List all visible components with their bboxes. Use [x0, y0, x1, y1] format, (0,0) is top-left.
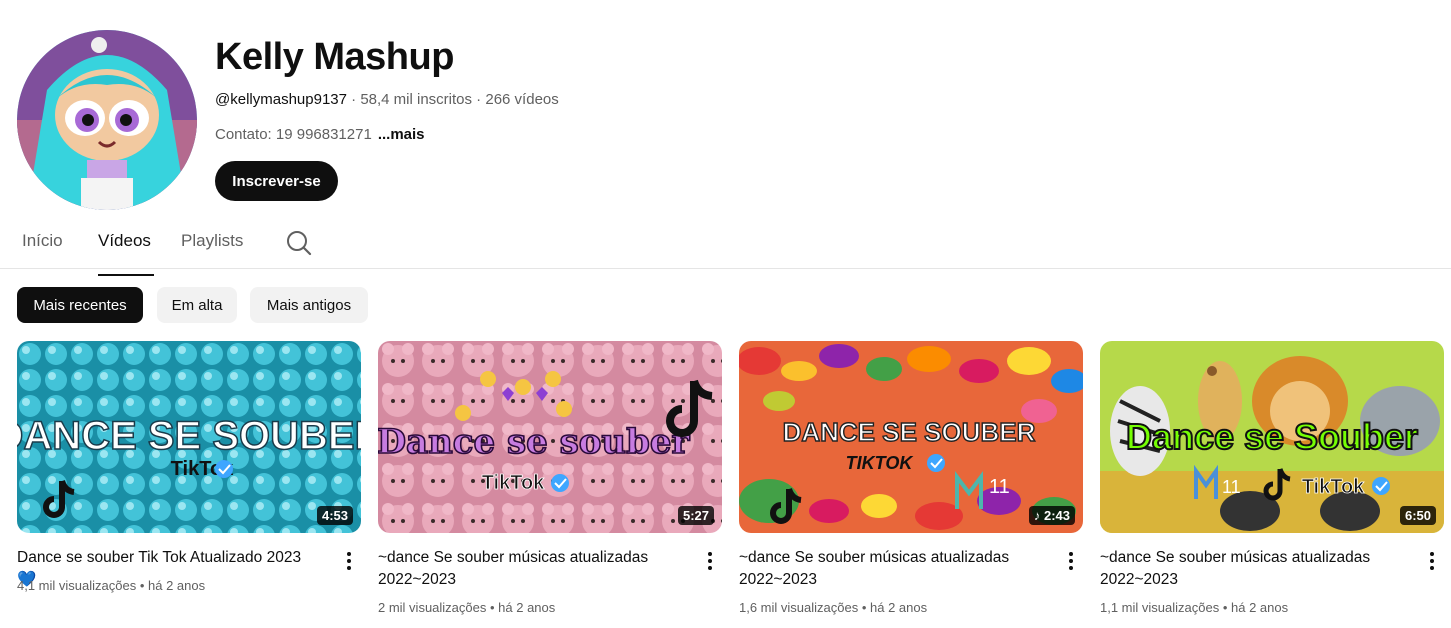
more-link[interactable]: ...mais [378, 126, 425, 143]
video-duration: ♪ 2:43 [1028, 506, 1075, 525]
thumbnail-image: DANCE SE SOUBER TIKTOK 11 [739, 341, 1083, 533]
channel-avatar[interactable] [17, 30, 197, 210]
video-title[interactable]: ~dance Se souber músicas atualizadas 202… [378, 547, 678, 591]
thumb-extra: 11 [1222, 477, 1241, 497]
video-thumbnail[interactable]: DANCE SE SOUBER TikTok 4:53 [17, 341, 361, 533]
verified-icon [551, 474, 569, 492]
more-vert-icon[interactable] [1420, 549, 1444, 573]
tab-playlists[interactable]: Playlists [181, 231, 243, 268]
meta-separator: • [858, 600, 870, 615]
thumb-headline: DANCE SE SOUBER [783, 417, 1036, 447]
video-title[interactable]: ~dance Se souber músicas atualizadas 202… [1100, 547, 1400, 591]
thumbnail-image: Dance se souber TikTok [378, 341, 722, 533]
view-count: 2 mil visualizações [378, 600, 487, 615]
video-card[interactable]: Dance se Souber 11 TikTok 6:50 ~dance Se… [1100, 341, 1444, 615]
video-count: 266 vídeos [485, 91, 559, 108]
subscriber-count: 58,4 mil inscritos [360, 91, 473, 108]
channel-tabs: Início Vídeos Playlists [0, 222, 1451, 276]
meta-separator: • [1219, 600, 1231, 615]
channel-handle: @kellymashup9137 [215, 91, 347, 108]
video-meta: 4,1 mil visualizações • há 2 anos [17, 578, 205, 593]
video-meta: 1,1 mil visualizações • há 2 anos [1100, 600, 1288, 615]
video-card[interactable]: DANCE SE SOUBER TikTok 4:53 Dance se sou… [17, 341, 361, 593]
contact-text: Contato: 19 996831271 [215, 126, 372, 143]
thumb-extra: 11 [989, 476, 1010, 498]
video-duration: 6:50 [1399, 506, 1436, 525]
meta-separator: • [136, 578, 148, 593]
video-title-text: Dance se souber Tik Tok Atualizado 2023 [17, 549, 302, 566]
video-thumbnail[interactable]: Dance se souber TikTok 5:27 [378, 341, 722, 533]
tab-home[interactable]: Início [22, 231, 63, 268]
video-card[interactable]: Dance se souber TikTok 5:27 ~dance Se so… [378, 341, 722, 615]
video-thumbnail[interactable]: DANCE SE SOUBER TIKTOK 11 ♪ 2:43 [739, 341, 1083, 533]
view-count: 1,1 mil visualizações [1100, 600, 1220, 615]
thumb-headline: DANCE SE SOUBER [17, 414, 361, 458]
video-duration: 5:27 [677, 506, 714, 525]
thumbnail-image: DANCE SE SOUBER TikTok [17, 341, 361, 533]
view-count: 1,6 mil visualizações [739, 600, 859, 615]
subscribe-button[interactable]: Inscrever-se [215, 161, 338, 201]
video-meta: 1,6 mil visualizações • há 2 anos [739, 600, 927, 615]
video-meta: 2 mil visualizações • há 2 anos [378, 600, 555, 615]
thumb-headline: Dance se souber [378, 422, 691, 462]
channel-meta: @kellymashup9137 · 58,4 mil inscritos · … [215, 91, 559, 108]
more-vert-icon[interactable] [1059, 549, 1083, 573]
video-duration: 4:53 [316, 506, 353, 525]
channel-name: Kelly Mashup [215, 36, 454, 78]
thumb-sub: TikTok [1302, 476, 1365, 498]
chip-latest[interactable]: Mais recentes [17, 287, 143, 323]
meta-separator: · [346, 91, 361, 108]
video-card[interactable]: DANCE SE SOUBER TIKTOK 11 ♪ 2:43 ~dance … [739, 341, 1083, 615]
verified-icon [215, 460, 233, 478]
upload-age: há 2 anos [148, 578, 206, 593]
search-icon[interactable] [285, 229, 313, 257]
upload-age: há 2 anos [1231, 600, 1289, 615]
video-thumbnail[interactable]: Dance se Souber 11 TikTok 6:50 [1100, 341, 1444, 533]
more-vert-icon[interactable] [698, 549, 722, 573]
thumb-sub: TIKTOK [846, 453, 915, 473]
verified-icon [1372, 477, 1390, 495]
chip-oldest[interactable]: Mais antigos [250, 287, 368, 323]
view-count: 4,1 mil visualizações [17, 578, 137, 593]
channel-description[interactable]: Contato: 19 996831271 ...mais [215, 126, 425, 143]
meta-separator: · [472, 91, 486, 108]
chip-popular[interactable]: Em alta [157, 287, 237, 323]
tab-videos[interactable]: Vídeos [98, 231, 154, 276]
thumb-headline: Dance se Souber [1126, 416, 1418, 457]
thumb-sub: TikTok [482, 472, 545, 494]
verified-icon [927, 454, 945, 472]
thumbnail-image: Dance se Souber 11 TikTok [1100, 341, 1444, 533]
more-vert-icon[interactable] [337, 549, 361, 573]
video-title[interactable]: ~dance Se souber músicas atualizadas 202… [739, 547, 1039, 591]
upload-age: há 2 anos [870, 600, 928, 615]
avatar-image [17, 30, 197, 210]
upload-age: há 2 anos [498, 600, 556, 615]
meta-separator: • [486, 600, 499, 615]
